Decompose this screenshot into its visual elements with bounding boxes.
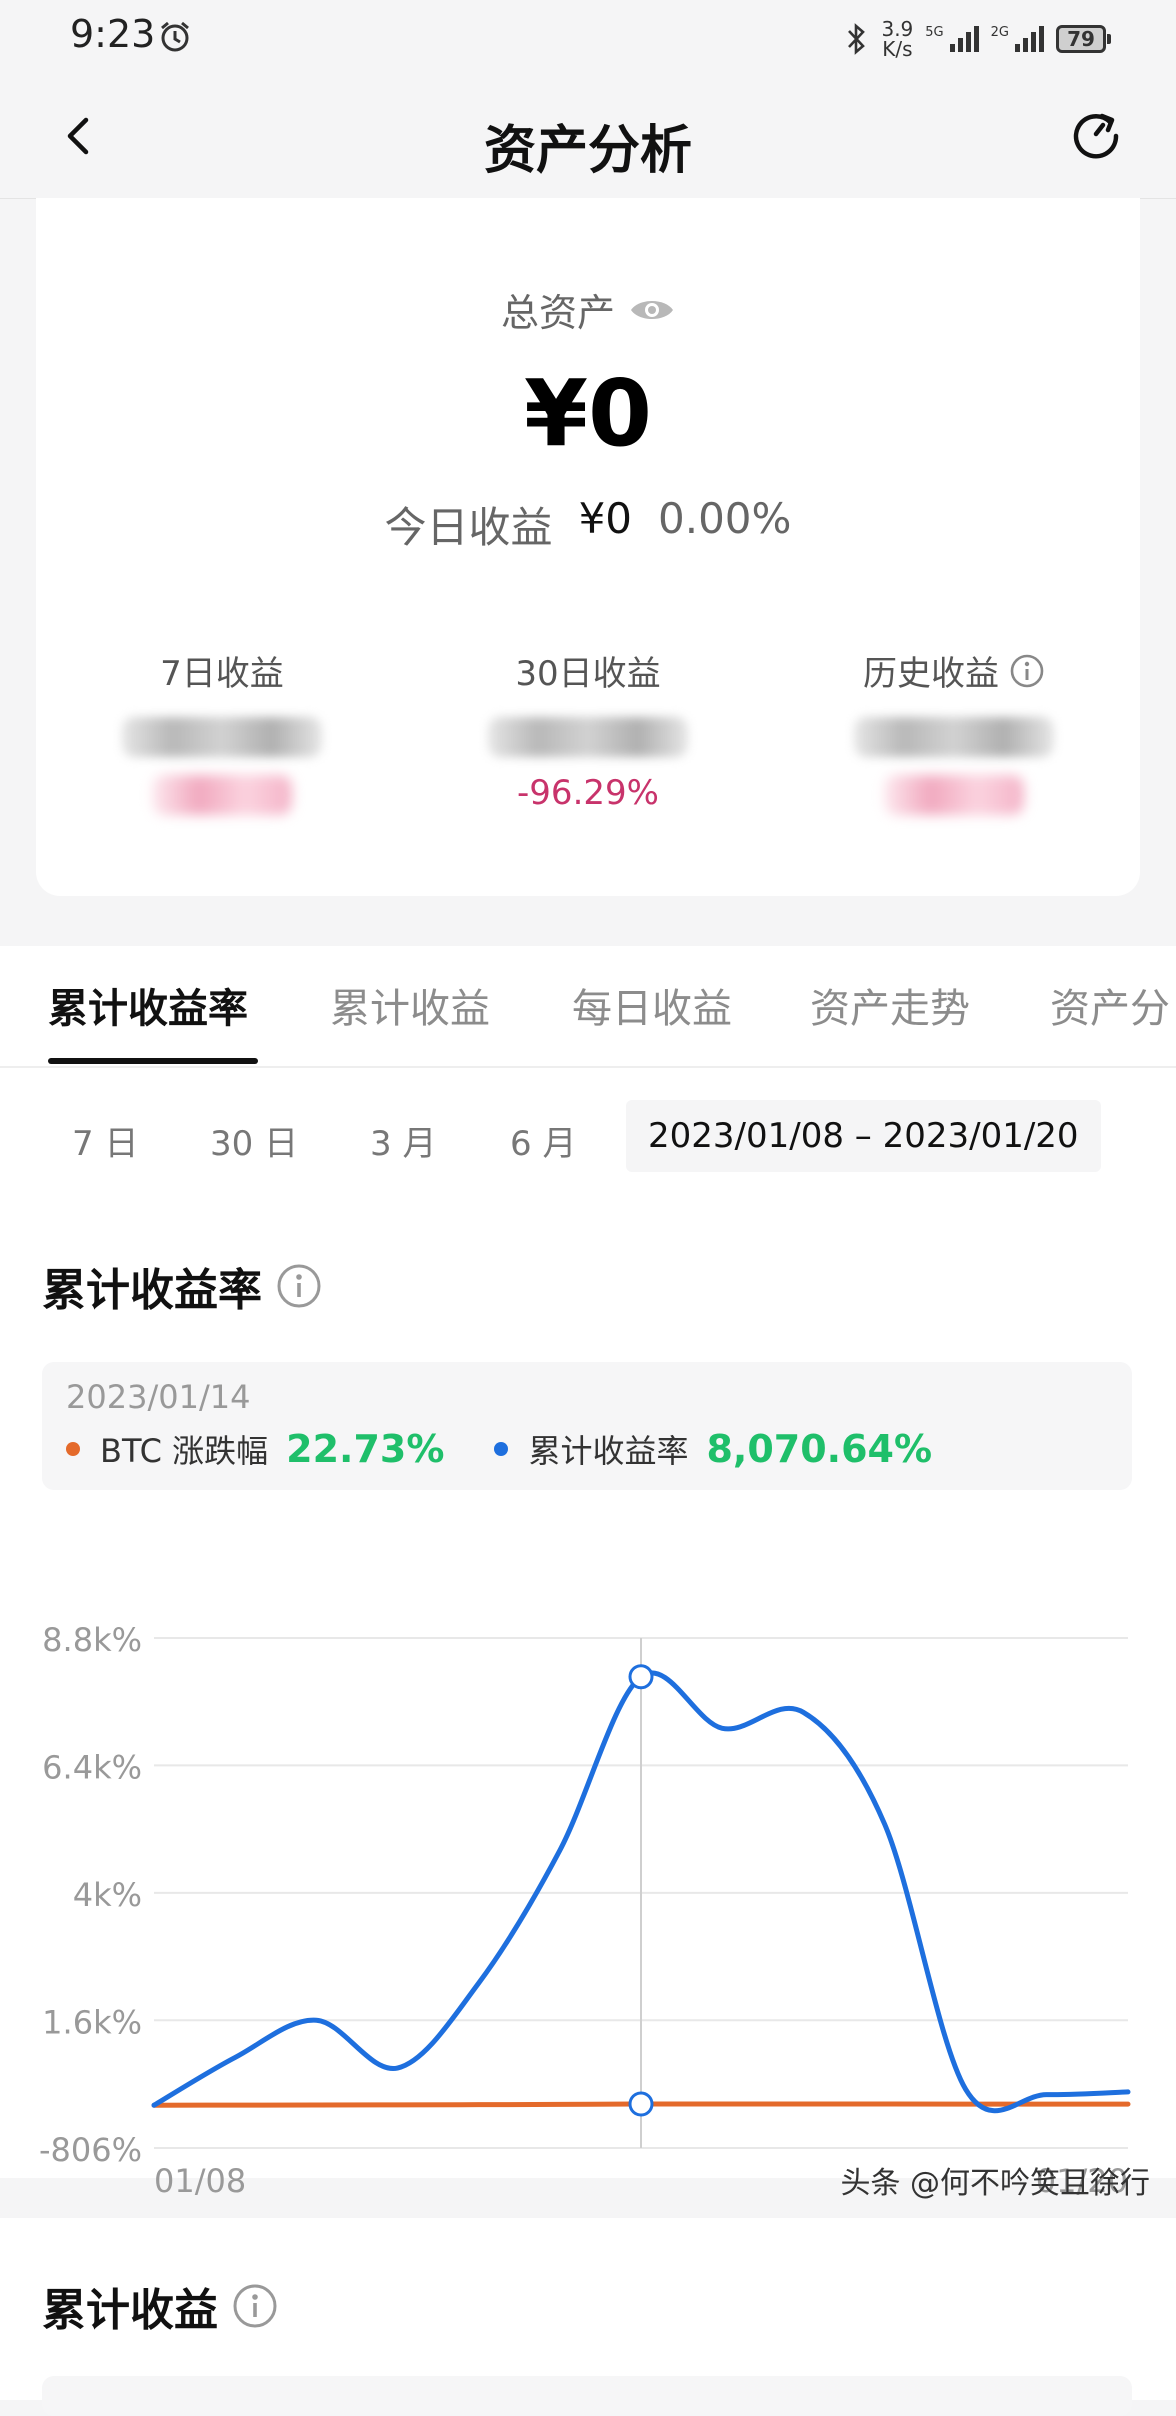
cumulative-rate-chart[interactable]: 8.8k%6.4k%4k%1.6k%-806%01/08 01/20	[0, 1540, 1176, 2220]
range-30d[interactable]: 30 日	[210, 1116, 298, 1165]
signal-5g-icon: 5G	[925, 26, 979, 52]
page-title: 资产分析	[483, 121, 692, 181]
rate-legend-dot	[494, 1442, 509, 1456]
range-7d[interactable]: 7 日	[72, 1116, 138, 1165]
y-tick-label: 1.6k%	[42, 2003, 142, 2041]
info-icon[interactable]	[232, 2283, 278, 2329]
tooltip-item-value: 22.73%	[286, 1427, 445, 1471]
y-tick-label: -806%	[39, 2131, 142, 2169]
tab-cumulative-earnings[interactable]: 累计收益	[330, 976, 490, 1034]
chart-tooltip: 2023/01/14 BTC 涨跌幅 22.73% 累计收益率 8,070.64…	[42, 1362, 1132, 1490]
y-tick-label: 6.4k%	[42, 1748, 142, 1786]
status-bar: 9:23 3.9 K/s 5G 2G 79	[0, 0, 1176, 80]
battery-icon: 79	[1056, 25, 1111, 53]
btc-legend-dot	[66, 1442, 80, 1456]
tooltip-date: 2023/01/14	[66, 1378, 251, 1416]
cumulative-earnings-panel: 累计收益	[0, 2218, 1176, 2416]
chart-panel: 7 日 30 日 3 月 6 月 2023/01/08 – 2023/01/20…	[0, 1068, 1176, 2200]
status-time: 9:23	[70, 12, 156, 56]
refresh-icon[interactable]	[1066, 104, 1126, 164]
tooltip-item-name: BTC 涨跌幅	[100, 1432, 269, 1470]
section-title: 累计收益率	[42, 1254, 322, 1318]
x-tick-label: 01/08	[154, 2162, 246, 2200]
analysis-tabs: 累计收益率 累计收益 每日收益 资产走势 资产分	[0, 946, 1176, 1068]
range-6m[interactable]: 6 月	[510, 1116, 576, 1165]
asset-summary-card: 总资产 ¥0 今日收益 ¥0 0.00% 7日收益 30日收益 -96.29% …	[36, 198, 1140, 896]
tooltip-item-value: 8,070.64%	[706, 1427, 933, 1471]
y-tick-label: 8.8k%	[42, 1621, 142, 1659]
range-3m[interactable]: 3 月	[370, 1116, 436, 1165]
tooltip-values: BTC 涨跌幅 22.73% 累计收益率 8,070.64%	[66, 1426, 982, 1472]
stat-30day-pct: -96.29%	[517, 773, 659, 813]
range-custom-date[interactable]: 2023/01/08 – 2023/01/20	[626, 1100, 1101, 1172]
tooltip-item-name: 累计收益率	[528, 1432, 689, 1470]
stat-30day: 30日收益 -96.29%	[438, 646, 738, 813]
blurred-value	[122, 717, 322, 757]
btc-change-point	[628, 2091, 654, 2117]
stat-7day: 7日收益	[72, 646, 372, 815]
info-icon[interactable]	[276, 1263, 322, 1309]
tab-cumulative-rate[interactable]: 累计收益率	[48, 976, 248, 1034]
section2-title: 累计收益	[42, 2274, 278, 2338]
alarm-icon	[161, 21, 189, 52]
tab-asset-distribution[interactable]: 资产分	[1050, 976, 1170, 1034]
network-speed: 3.9 K/s	[881, 17, 914, 61]
blurred-value	[488, 717, 688, 757]
total-assets-value: ¥0	[523, 360, 653, 467]
signal-2g-icon: 2G	[991, 26, 1044, 52]
active-tab-indicator	[48, 1058, 258, 1064]
today-earnings: 今日收益 ¥0 0.00%	[384, 494, 792, 552]
blurred-percent	[152, 775, 292, 815]
nav-bar: 资产分析	[0, 80, 1176, 199]
blurred-percent	[884, 775, 1024, 815]
cumulative-rate-point	[628, 1664, 654, 1690]
tab-daily-earnings[interactable]: 每日收益	[572, 976, 732, 1034]
watermark: 头条 @何不吟笑且徐行	[840, 2166, 1150, 2201]
stat-history: 历史收益	[804, 646, 1104, 815]
bluetooth-icon	[848, 23, 866, 55]
eye-icon[interactable]	[629, 295, 675, 325]
y-tick-label: 4k%	[73, 1876, 142, 1914]
info-icon[interactable]	[1009, 653, 1045, 689]
chart-tooltip-placeholder	[42, 2376, 1132, 2416]
total-assets-label: 总资产	[36, 282, 1140, 337]
tab-asset-trend[interactable]: 资产走势	[810, 976, 970, 1034]
blurred-value	[854, 717, 1054, 757]
